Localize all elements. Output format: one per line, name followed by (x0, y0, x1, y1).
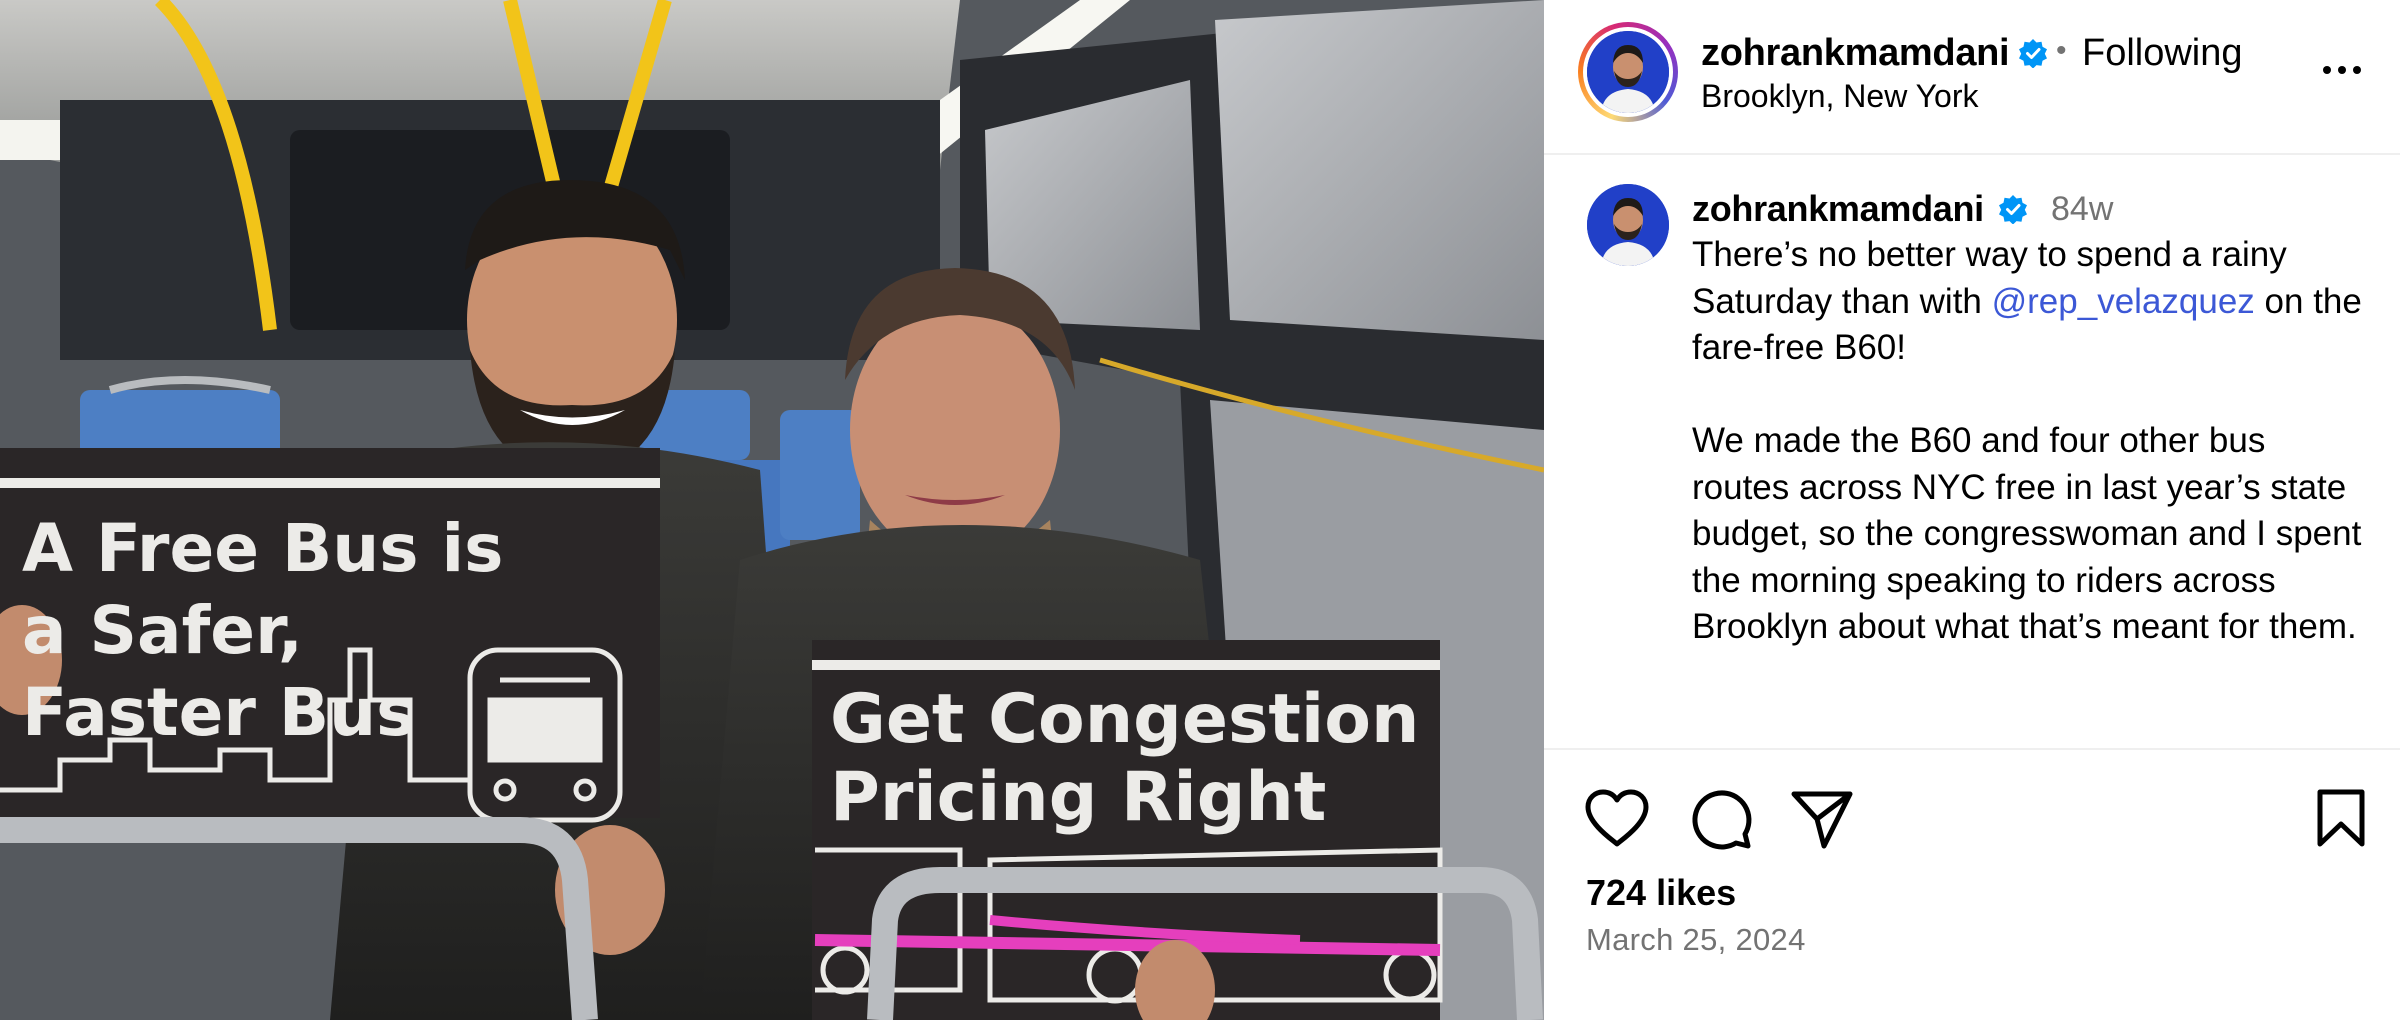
following-button[interactable]: Following (2082, 32, 2243, 75)
verified-badge-icon (2018, 38, 2048, 73)
likes-count[interactable]: 724 likes (1586, 872, 1736, 914)
post-side-panel: zohrankmamdani • Following Brooklyn, New… (1544, 0, 2400, 1020)
sign-text-line: Pricing Right (830, 758, 1327, 837)
verified-badge-icon (1998, 194, 2028, 229)
heart-icon[interactable] (1584, 788, 1650, 855)
caption-paragraph: We made the B60 and four other bus route… (1692, 421, 2362, 646)
paper-plane-icon[interactable] (1790, 788, 1854, 855)
avatar[interactable] (1587, 31, 1669, 113)
header-username[interactable]: zohrankmamdani (1701, 32, 2010, 75)
post-date: March 25, 2024 (1586, 922, 1806, 957)
sign-text-line: a Safer, (22, 592, 303, 669)
caption-paragraph: There’s no better way to spend a rainy S… (1692, 232, 2372, 372)
sign-text-line: Get Congestion (830, 680, 1420, 759)
bookmark-icon[interactable] (2314, 788, 2368, 853)
post-timestamp[interactable]: 84w (2051, 190, 2113, 229)
caption-text: There’s no better way to spend a rainy S… (1692, 232, 2372, 651)
separator-dot: • (2056, 34, 2067, 67)
mention-link[interactable]: @rep_velazquez (1992, 282, 2255, 321)
caption-username[interactable]: zohrankmamdani (1692, 188, 1984, 230)
comment-icon[interactable] (1690, 788, 1754, 857)
post-header: zohrankmamdani • Following Brooklyn, New… (1544, 0, 2400, 155)
sign-text-line: Faster Bus (22, 674, 416, 751)
divider (1544, 748, 2400, 750)
sign-text-line: A Free Bus is (22, 510, 504, 587)
avatar[interactable] (1587, 184, 1669, 266)
more-options-icon[interactable] (2314, 50, 2370, 90)
post-photo[interactable]: A Free Bus is a Safer, Faster Bus Get Co… (0, 0, 1544, 1020)
location-link[interactable]: Brooklyn, New York (1701, 78, 1978, 115)
